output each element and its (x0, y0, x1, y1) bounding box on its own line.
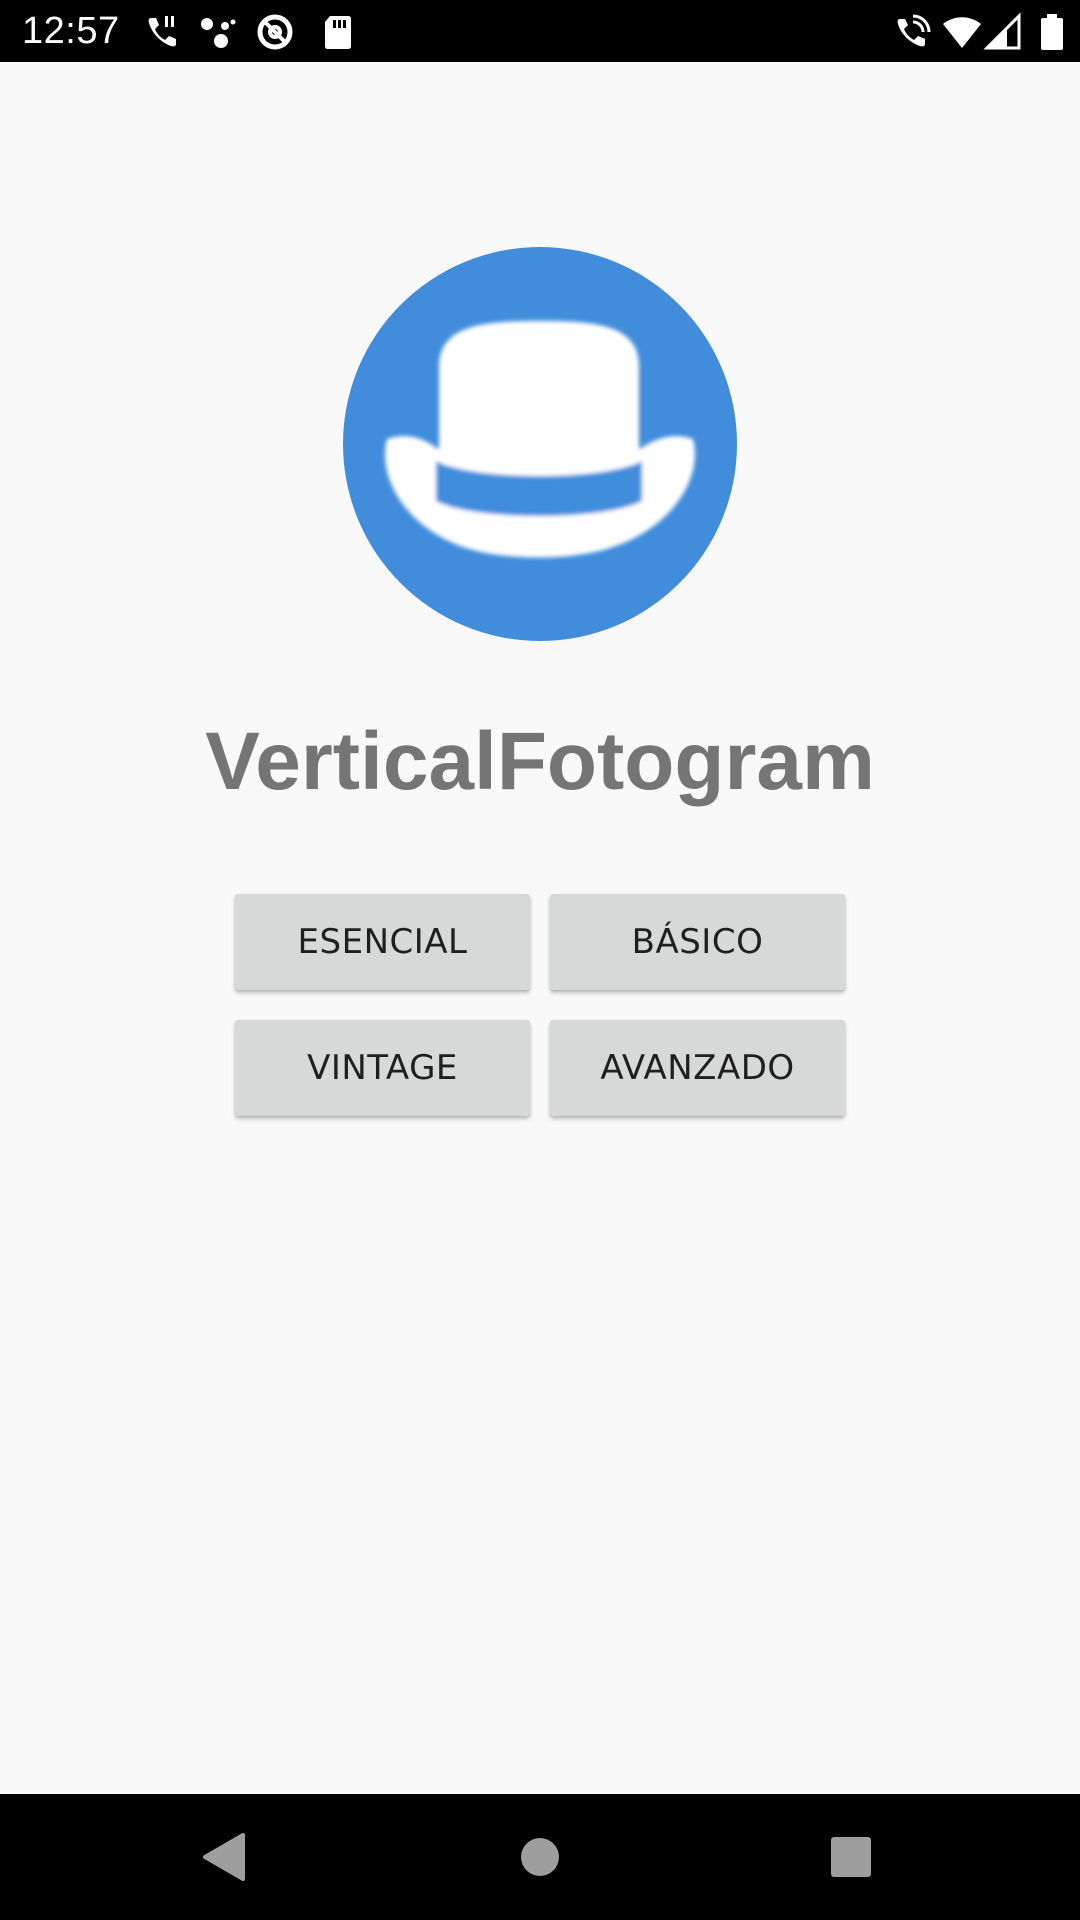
home-icon[interactable] (510, 1827, 570, 1887)
assistant-dots-icon (201, 18, 236, 48)
phone-call-icon (148, 16, 176, 47)
app-screen: 12:57 VerticalFotogram ESENCIAL BÁSICO V… (0, 0, 1080, 1920)
app-title: VerticalFotogram (205, 716, 875, 807)
battery-icon (1041, 14, 1063, 50)
wifi-icon (943, 17, 981, 48)
sd-card-icon (325, 16, 351, 49)
avanzado-button[interactable]: AVANZADO (550, 1020, 845, 1116)
bowler-hat-icon (343, 247, 737, 641)
back-icon[interactable] (195, 1827, 255, 1887)
vintage-button[interactable]: VINTAGE (235, 1020, 530, 1116)
esencial-button[interactable]: ESENCIAL (235, 894, 530, 990)
basico-button[interactable]: BÁSICO (550, 894, 845, 990)
navigation-bar (0, 1794, 1080, 1920)
data-saver-icon (257, 14, 293, 50)
status-bar: 12:57 (0, 0, 1080, 62)
signal-icon (983, 12, 1021, 50)
status-time: 12:57 (22, 10, 120, 52)
recents-icon[interactable] (821, 1827, 881, 1887)
wifi-calling-icon (897, 14, 931, 47)
